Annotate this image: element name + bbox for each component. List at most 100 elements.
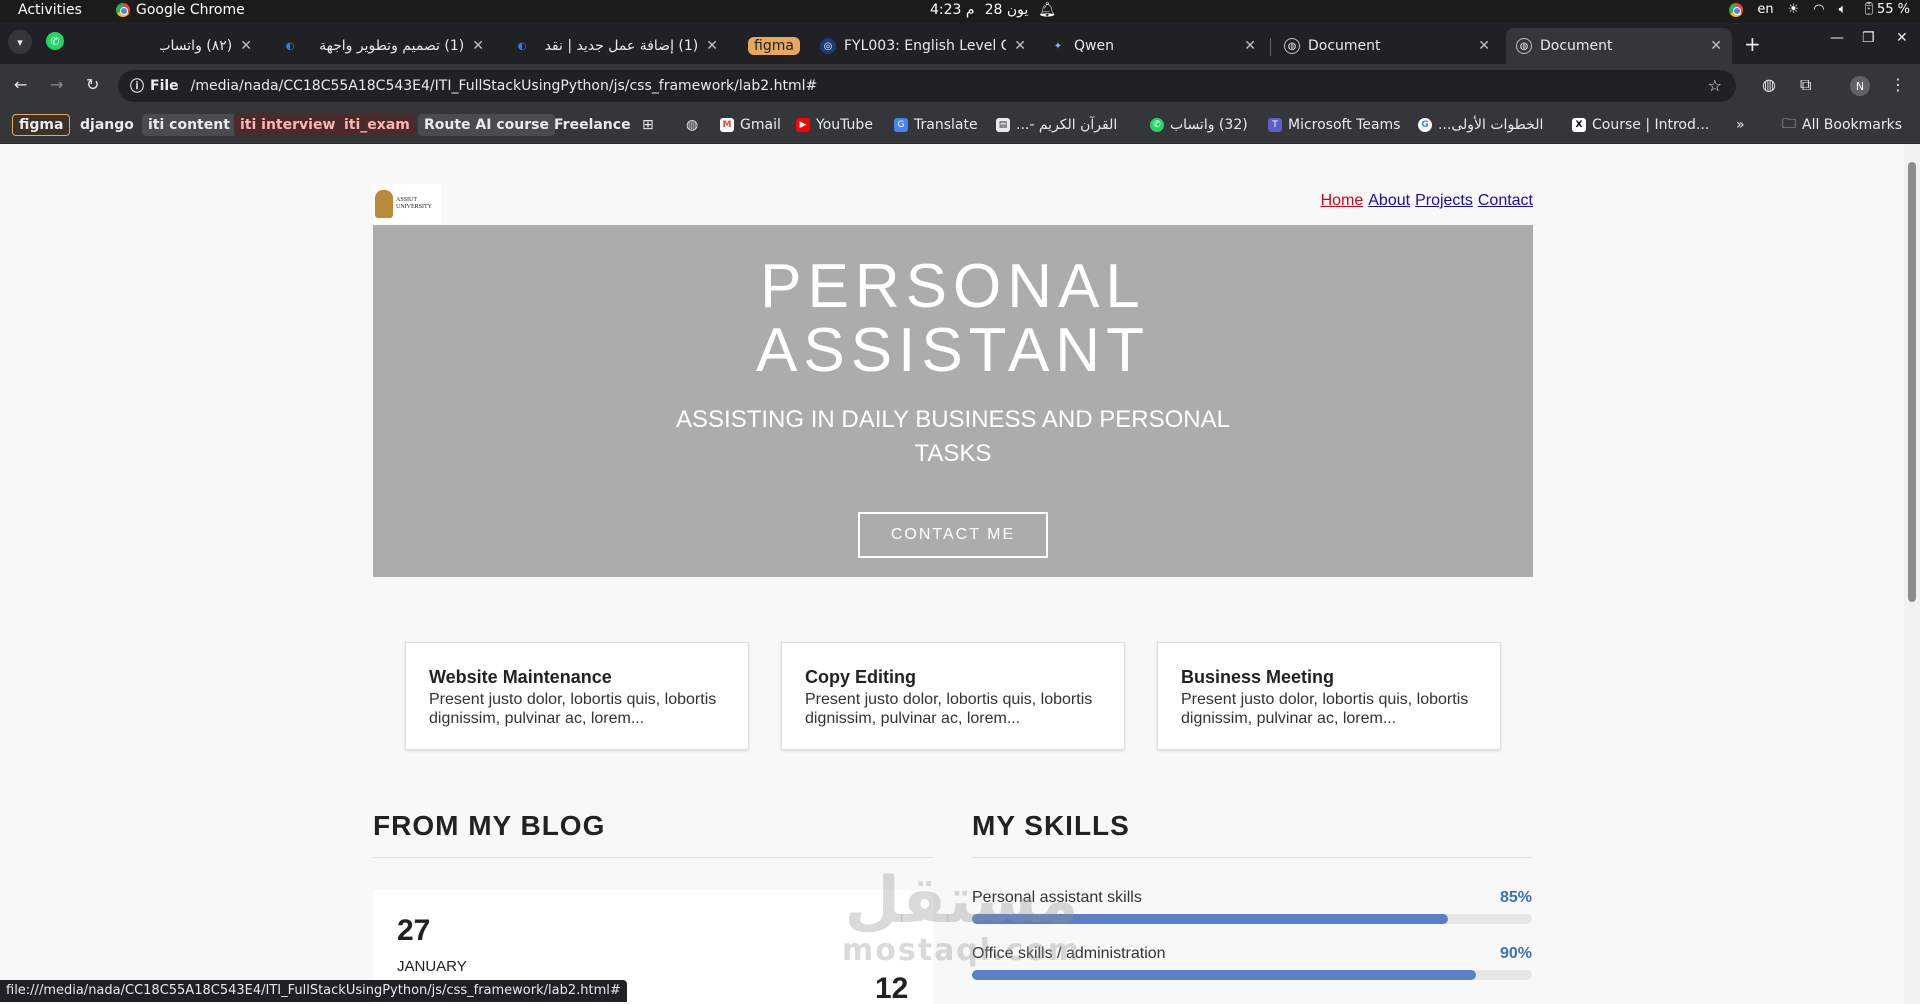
bookmark-django[interactable]: django <box>80 114 134 136</box>
bookmark-star-icon[interactable]: ☆ <box>1708 76 1722 95</box>
profile-avatar[interactable]: N <box>1850 76 1870 96</box>
address-bar[interactable]: ⓘ File /media/nada/CC18C55A18C543E4/ITI_… <box>118 70 1736 102</box>
blog-divider <box>373 857 933 858</box>
logo-text: ASSIUT UNIVERSITY <box>396 197 432 211</box>
close-icon[interactable]: ✕ <box>1244 38 1256 54</box>
wifi-icon: ◠ <box>1813 2 1825 17</box>
back-arrow-icon[interactable]: ← <box>14 75 27 94</box>
tab-title: (1) إضافة عمل جديد | نقد <box>544 38 699 54</box>
page-viewport: ASSIUT UNIVERSITY Home About Projects Co… <box>0 144 1904 1004</box>
bookmark-label: Microsoft Teams <box>1288 117 1401 133</box>
tab-design-project[interactable]: ◐ (1) تصميم وتطوير واجهة ✕ <box>272 28 494 64</box>
tab-english-course[interactable]: ◎ FYL003: English Level G ✕ <box>810 28 1036 64</box>
reload-icon[interactable]: ↻ <box>86 75 99 94</box>
brightness-icon: ☀ <box>1787 2 1800 17</box>
page-scrollbar[interactable] <box>1904 144 1920 1004</box>
bookmark-label: Course | Introd... <box>1592 117 1710 133</box>
tab-qwen[interactable]: ✦ Qwen ✕ <box>1040 28 1266 64</box>
bookmark-quran[interactable]: ▤ القرآن الكريم -... <box>996 114 1117 136</box>
logo-line-2: UNIVERSITY <box>396 204 432 210</box>
tab-document-1[interactable]: ◍ Document ✕ <box>1274 28 1500 64</box>
translate-globe-icon[interactable]: ◍ <box>1762 75 1776 94</box>
language-indicator[interactable]: en <box>1757 2 1773 17</box>
whatsapp-pinned-tab-icon[interactable]: ✆ <box>46 32 64 50</box>
bookmark-iti-content[interactable]: iti content <box>142 114 236 136</box>
url-text[interactable]: /media/nada/CC18C55A18C543E4/ITI_FullSta… <box>191 78 818 94</box>
new-tab-plus-icon[interactable]: + <box>1744 32 1761 56</box>
bookmark-label: Gmail <box>740 117 781 133</box>
window-close-icon[interactable]: ✕ <box>1896 30 1908 46</box>
contact-me-button[interactable]: CONTACT ME <box>858 512 1048 558</box>
tab-title: FYL003: English Level G <box>844 38 1007 54</box>
bookmark-label: Translate <box>914 117 978 133</box>
bookmark-iti-interview[interactable]: iti interview <box>234 114 342 136</box>
nav-about-link[interactable]: About <box>1368 192 1410 210</box>
forward-arrow-icon[interactable]: → <box>50 75 63 94</box>
globe-icon: ◍ <box>1284 38 1300 54</box>
hero-title: PERSONAL ASSISTANT <box>373 255 1533 383</box>
bookmark-freelance[interactable]: Freelance <box>554 114 631 136</box>
close-icon[interactable]: ✕ <box>706 38 718 54</box>
nav-projects-link[interactable]: Projects <box>1415 192 1473 210</box>
restore-icon[interactable]: ❐ <box>1862 30 1875 46</box>
activities-button[interactable]: Activities <box>18 2 82 18</box>
tab-whatsapp[interactable]: (٨٢) واتساب ✕ <box>150 28 262 64</box>
blog-heading: FROM MY BLOG <box>373 810 606 841</box>
kebab-menu-icon[interactable]: ⋮ <box>1890 75 1906 94</box>
bookmark-figma[interactable]: figma <box>12 114 71 136</box>
app-menu[interactable]: Google Chrome <box>116 2 245 18</box>
browser-toolbar: ← → ↻ ⓘ File /media/nada/CC18C55A18C543E… <box>0 64 1920 108</box>
hero-subtitle: ASSISTING IN DAILY BUSINESS AND PERSONAL… <box>663 403 1243 471</box>
bookmark-iti-exam[interactable]: iti_exam <box>338 114 416 136</box>
whatsapp-icon: ✆ <box>1150 118 1164 132</box>
tab-group-figma[interactable]: figma <box>738 28 800 64</box>
bookmark-label: الخطوات الأولى... <box>1438 117 1544 133</box>
info-icon: ⓘ <box>130 79 144 95</box>
nav-contact-link[interactable]: Contact <box>1478 192 1533 210</box>
system-tray[interactable]: en ☀ ◠ 🔈︎ 🔋︎55 % <box>1729 2 1910 17</box>
bookmark-teams[interactable]: T Microsoft Teams <box>1268 114 1400 136</box>
main-nav: Home About Projects Contact <box>1321 192 1533 210</box>
university-logo[interactable]: ASSIUT UNIVERSITY <box>373 184 441 224</box>
bookmarks-overflow-icon[interactable]: » <box>1736 114 1745 136</box>
nav-home-link[interactable]: Home <box>1321 192 1364 210</box>
bookmark-route-ai[interactable]: Route AI course <box>418 114 555 136</box>
bookmark-gmail[interactable]: M Gmail <box>720 114 781 136</box>
site-info-label: File <box>150 78 179 94</box>
clock-date: 28 يون <box>984 2 1029 18</box>
clock[interactable]: 4:23 م 28 يون 🔔︎ <box>930 2 1056 18</box>
bookmark-youtube[interactable]: ▶ YouTube <box>796 114 873 136</box>
bookmarks-bar: figma django iti content iti interview i… <box>0 108 1920 144</box>
close-icon[interactable]: ✕ <box>472 38 484 54</box>
site-info-button[interactable]: ⓘ File <box>130 76 179 96</box>
close-icon[interactable]: ✕ <box>1710 38 1722 54</box>
bookmark-course[interactable]: X Course | Introd... <box>1572 114 1709 136</box>
tab-document-active[interactable]: ◍ Document ✕ <box>1506 28 1732 64</box>
minimize-icon[interactable]: — <box>1830 30 1844 46</box>
close-icon[interactable]: ✕ <box>1478 38 1490 54</box>
tab-add-work[interactable]: ◐ (1) إضافة عمل جديد | نقد ✕ <box>504 28 728 64</box>
tab-title: (٨٢) واتساب <box>160 38 233 54</box>
bookmark-globe-icon[interactable]: ◍ <box>686 114 698 136</box>
tab-group-label: figma <box>748 37 800 55</box>
apps-grid-icon[interactable]: ⊞ <box>642 114 654 136</box>
chrome-tray-icon[interactable] <box>1729 2 1744 17</box>
service-text: Present justo dolor, lobortis quis, lobo… <box>429 691 717 727</box>
hero-title-line-2: ASSISTANT <box>756 316 1150 385</box>
tab-search-button[interactable]: ▾ <box>8 30 32 54</box>
bookmark-whatsapp[interactable]: ✆ (32) واتساب <box>1150 114 1248 136</box>
tab-strip: ▾ ✆ (٨٢) واتساب ✕ ◐ (1) تصميم وتطوير واج… <box>0 22 1920 64</box>
close-icon[interactable]: ✕ <box>1014 38 1026 54</box>
scrollbar-thumb[interactable] <box>1908 162 1916 602</box>
bookmark-translate[interactable]: G Translate <box>894 114 978 136</box>
close-icon[interactable]: ✕ <box>240 38 252 54</box>
bookmark-first-steps[interactable]: G الخطوات الأولى... <box>1418 114 1543 136</box>
chrome-icon <box>116 3 130 17</box>
service-card: Copy Editing Present justo dolor, lobort… <box>781 642 1125 750</box>
qwen-icon: ✦ <box>1053 40 1063 52</box>
google-icon: G <box>1418 118 1432 132</box>
all-bookmarks[interactable]: 🗀︎ All Bookmarks <box>1782 114 1902 136</box>
service-card: Website Maintenance Present justo dolor,… <box>405 642 749 750</box>
mostaql-watermark: مستقل mostaql.com <box>842 869 1081 968</box>
extensions-puzzle-icon[interactable]: ⧉ <box>1800 75 1811 95</box>
